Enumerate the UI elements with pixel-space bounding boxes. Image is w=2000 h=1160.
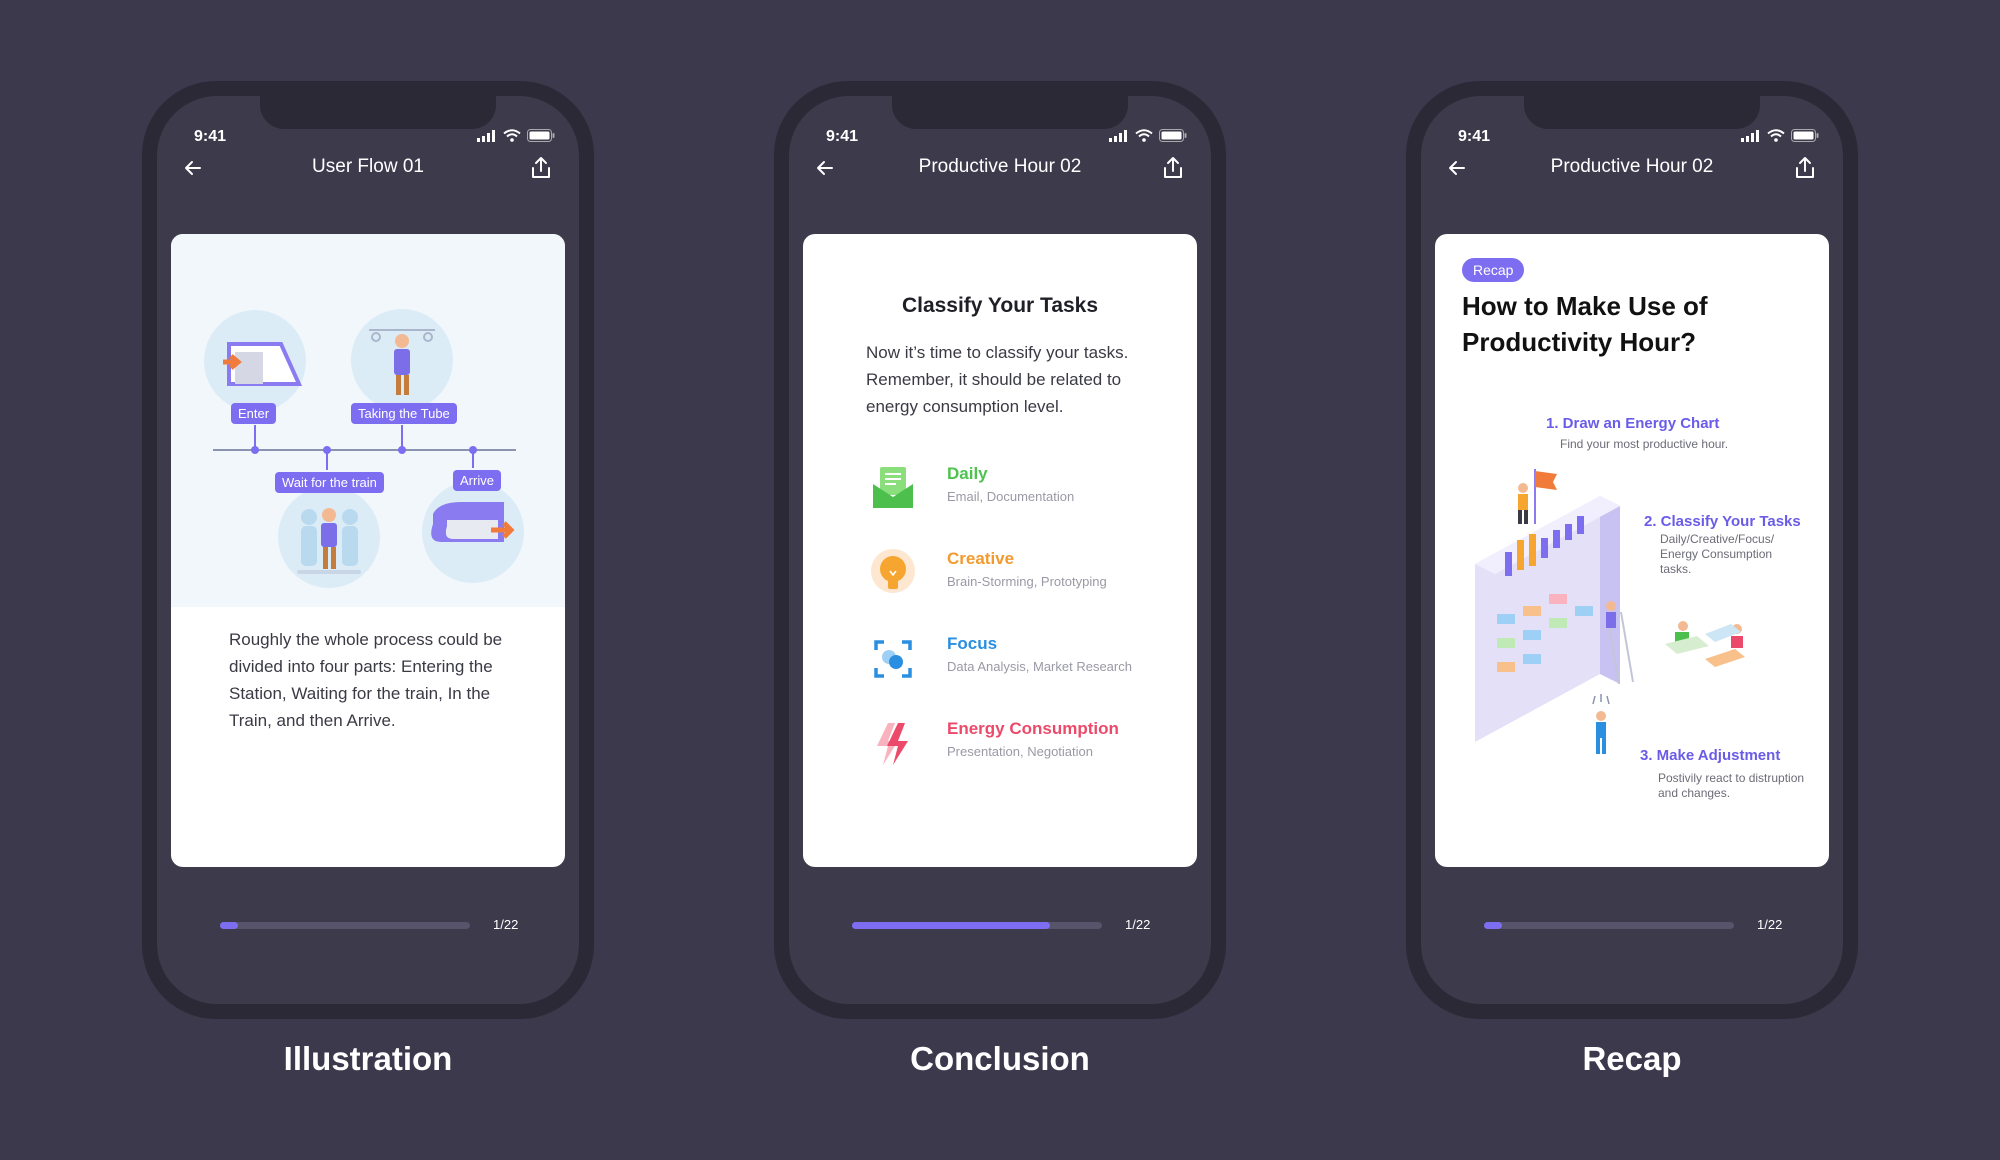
page-title: Productive Hour 02 xyxy=(918,156,1082,177)
phone-illustration: 9:41 User Flow 01 Enter Taking the Tube … xyxy=(142,81,594,1019)
phone-conclusion: 9:41 Productive Hour 02 Classify Your Ta… xyxy=(774,81,1226,1019)
card-description: Roughly the whole process could be divid… xyxy=(229,630,503,730)
signal-icon xyxy=(477,130,495,142)
tag-wait-for-the-train: Wait for the train xyxy=(275,472,384,493)
status-time: 9:41 xyxy=(1458,128,1491,145)
share-icon[interactable] xyxy=(1791,154,1819,182)
step-subtitle: Postivily react to distruption and chang… xyxy=(1658,771,1805,800)
task-subtitle: Email, Documentation xyxy=(947,489,1075,504)
notch xyxy=(1524,96,1760,129)
step-title: 2. Classify Your Tasks xyxy=(1644,513,1801,530)
wifi-icon xyxy=(1135,129,1153,142)
progress-fill xyxy=(220,922,238,929)
phone-screen: 9:41 Productive Hour 02 Recap How to Mak… xyxy=(1421,96,1843,1004)
battery-icon xyxy=(527,129,555,142)
back-arrow-icon[interactable] xyxy=(811,154,839,182)
wifi-icon xyxy=(1767,129,1785,142)
step-subtitle: Find your most productive hour. xyxy=(1560,437,1729,451)
page-title: Productive Hour 02 xyxy=(1550,156,1714,177)
progress-fill xyxy=(852,922,1050,929)
content-card: Recap How to Make Use of Productivity Ho… xyxy=(1435,234,1829,867)
progress-fill xyxy=(1484,922,1502,929)
back-arrow-icon[interactable] xyxy=(1443,154,1471,182)
card-heading: Classify Your Tasks xyxy=(901,294,1099,317)
battery-icon xyxy=(1791,129,1819,142)
task-name: Daily xyxy=(947,464,988,483)
progress-bar xyxy=(852,922,1102,929)
status-icons xyxy=(1741,129,1819,142)
task-creative: Creative Brain-Storming, Prototyping xyxy=(868,549,1188,609)
task-energy-consumption: Energy Consumption Presentation, Negotia… xyxy=(868,719,1188,779)
progress-label: 1/22 xyxy=(1757,917,1783,932)
caption-recap: Recap xyxy=(1582,1040,1682,1077)
status-icons xyxy=(477,129,555,142)
user-flow-illustration: Enter Taking the Tube Wait for the train… xyxy=(171,234,565,607)
task-name: Energy Consumption xyxy=(947,719,1119,738)
focus-target-icon xyxy=(874,640,912,678)
tag-taking-the-tube: Taking the Tube xyxy=(351,403,457,424)
tag-enter: Enter xyxy=(231,403,277,424)
signal-icon xyxy=(1109,130,1127,142)
task-name: Creative xyxy=(947,549,1015,568)
envelope-document-icon xyxy=(873,467,913,508)
task-daily: Daily Email, Documentation xyxy=(868,464,1188,524)
tag-arrive: Arrive xyxy=(453,470,501,491)
phone-recap: 9:41 Productive Hour 02 Recap How to Mak… xyxy=(1406,81,1858,1019)
card-body: Now it’s time to classify your tasks. Re… xyxy=(866,343,1129,416)
task-name: Focus xyxy=(947,634,998,653)
progress-label: 1/22 xyxy=(1125,917,1151,932)
page-title: User Flow 01 xyxy=(312,156,424,177)
step-subtitle: Daily/Creative/Focus/ Energy Consumption… xyxy=(1660,532,1775,576)
progress-bar xyxy=(1484,922,1734,929)
step-title: 1. Draw an Energy Chart xyxy=(1546,415,1720,432)
phone-screen: 9:41 User Flow 01 Enter Taking the Tube … xyxy=(157,96,579,1004)
status-icons xyxy=(1109,129,1187,142)
task-subtitle: Presentation, Negotiation xyxy=(947,744,1093,759)
progress-label: 1/22 xyxy=(493,917,519,932)
notch xyxy=(260,96,496,129)
share-icon[interactable] xyxy=(1159,154,1187,182)
battery-icon xyxy=(1159,129,1187,142)
share-icon[interactable] xyxy=(527,154,555,182)
status-time: 9:41 xyxy=(826,128,859,145)
back-arrow-icon[interactable] xyxy=(179,154,207,182)
phone-screen: 9:41 Productive Hour 02 Classify Your Ta… xyxy=(789,96,1211,1004)
lightbulb-icon xyxy=(871,549,915,593)
step-title: 3. Make Adjustment xyxy=(1640,747,1781,764)
status-time: 9:41 xyxy=(194,128,227,145)
progress-bar xyxy=(220,922,470,929)
wifi-icon xyxy=(503,129,521,142)
task-subtitle: Brain-Storming, Prototyping xyxy=(947,574,1107,589)
content-card: Enter Taking the Tube Wait for the train… xyxy=(171,234,565,867)
lightning-icon xyxy=(877,723,908,765)
notch xyxy=(892,96,1128,129)
task-focus: Focus Data Analysis, Market Research xyxy=(868,634,1188,694)
content-card: Classify Your Tasks Now it’s time to cla… xyxy=(803,234,1197,867)
caption-illustration: Illustration xyxy=(283,1040,453,1077)
task-subtitle: Data Analysis, Market Research xyxy=(947,659,1132,674)
caption-conclusion: Conclusion xyxy=(910,1040,1090,1077)
signal-icon xyxy=(1741,130,1759,142)
